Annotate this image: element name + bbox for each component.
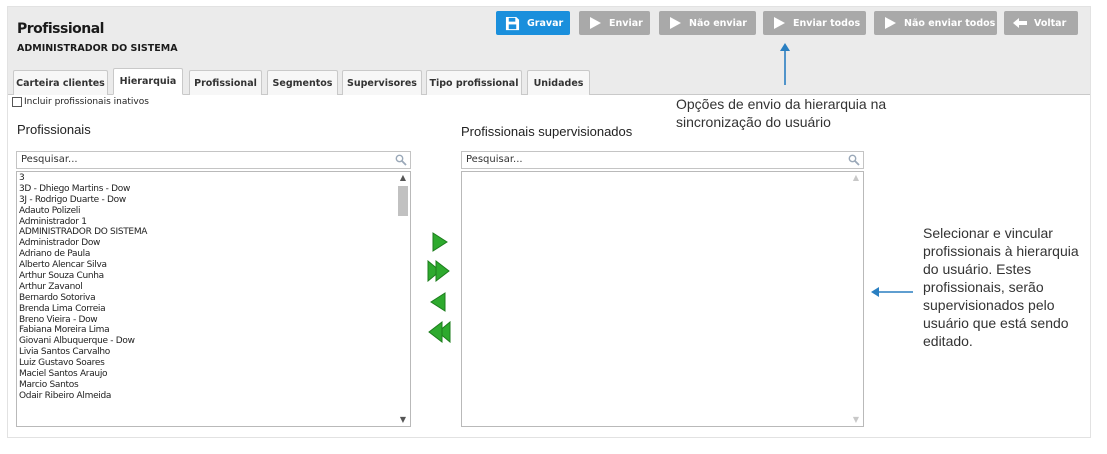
annotation-select-profissionais: Selecionar e vincular profissionais à hi… xyxy=(923,225,1079,349)
move-selected-right-icon[interactable] xyxy=(432,232,448,252)
include-inactive-label: Incluir profissionais inativos xyxy=(24,97,149,107)
play-icon xyxy=(590,17,601,29)
list-item[interactable]: Luiz Gustavo Soares xyxy=(19,358,394,369)
list-item[interactable]: Maciel Santos Araujo xyxy=(19,369,394,380)
scroll-up-icon[interactable]: ▲ xyxy=(399,174,407,182)
tab-supervisores[interactable]: Supervisores xyxy=(342,70,422,95)
search-icon xyxy=(395,154,407,166)
list-item[interactable]: ADMINISTRADOR DO SISTEMA xyxy=(19,227,394,238)
scroll-up-icon[interactable]: ▲ xyxy=(852,174,860,182)
page-title: Profissional xyxy=(17,21,104,37)
annotation-arrow-up-icon xyxy=(780,43,790,85)
annotation-arrow-left-icon xyxy=(871,287,913,297)
list-item[interactable]: Administrador 1 xyxy=(19,217,394,228)
list-item[interactable]: Bernardo Sotoriva xyxy=(19,293,394,304)
send-button[interactable]: Enviar xyxy=(579,11,650,35)
profissionais-scrollbar[interactable]: ▲ ▼ xyxy=(396,172,410,426)
profissionais-title: Profissionais xyxy=(17,122,91,137)
arrow-left-icon xyxy=(1013,18,1027,28)
supervisionados-search-input[interactable]: Pesquisar... xyxy=(461,151,864,169)
tab-profissional[interactable]: Profissional xyxy=(189,70,262,95)
not-send-all-button[interactable]: Não enviar todos xyxy=(874,11,997,35)
list-item[interactable]: Giovani Albuquerque - Dow xyxy=(19,336,394,347)
play-icon xyxy=(885,17,896,29)
send-button-label: Enviar xyxy=(609,17,643,29)
supervisionados-list[interactable]: ▲ ▼ xyxy=(461,171,864,427)
list-item[interactable]: 3 xyxy=(19,173,394,184)
move-selected-left-icon[interactable] xyxy=(430,292,446,312)
profissionais-search-placeholder: Pesquisar... xyxy=(21,154,78,165)
list-item[interactable]: Fabiana Moreira Lima xyxy=(19,325,394,336)
page-subtitle: ADMINISTRADOR DO SISTEMA xyxy=(17,43,178,54)
not-send-button[interactable]: Não enviar xyxy=(659,11,756,35)
list-item[interactable]: Arthur Zavanol xyxy=(19,282,394,293)
tab-tipo-profissional[interactable]: Tipo profissional xyxy=(426,70,522,95)
tab-unidades[interactable]: Unidades xyxy=(527,70,590,95)
list-item[interactable]: Adauto Polizeli xyxy=(19,206,394,217)
play-icon xyxy=(670,17,681,29)
include-inactive-row: Incluir profissionais inativos xyxy=(12,97,149,107)
profissionais-list[interactable]: 3 3D - Dhiego Martins - Dow 3J - Rodrigo D… xyxy=(16,171,411,427)
list-item[interactable]: Adriano de Paula xyxy=(19,249,394,260)
include-inactive-checkbox[interactable] xyxy=(12,97,22,107)
save-button-label: Gravar xyxy=(527,17,564,29)
scroll-thumb[interactable] xyxy=(398,186,408,216)
not-send-all-button-label: Não enviar todos xyxy=(904,17,996,29)
list-item[interactable]: Arthur Souza Cunha xyxy=(19,271,394,282)
annotation-send-options: Opções de envio da hierarquia na sincron… xyxy=(676,96,887,130)
supervisionados-scrollbar[interactable]: ▲ ▼ xyxy=(849,172,863,426)
send-all-button[interactable]: Enviar todos xyxy=(763,11,866,35)
save-button[interactable]: Gravar xyxy=(496,11,570,35)
not-send-button-label: Não enviar xyxy=(689,17,747,29)
list-item[interactable]: Livia Santos Carvalho xyxy=(19,347,394,358)
supervisionados-search-placeholder: Pesquisar... xyxy=(466,154,523,165)
list-item[interactable]: Odair Ribeiro Almeida xyxy=(19,391,394,402)
back-button-label: Voltar xyxy=(1034,17,1067,29)
tab-bar: Carteira clientes Hierarquia Profissiona… xyxy=(8,64,1090,95)
list-item[interactable]: Administrador Dow xyxy=(19,238,394,249)
floppy-disk-icon xyxy=(505,16,520,30)
tab-hierarquia[interactable]: Hierarquia xyxy=(113,68,183,95)
list-item[interactable]: 3J - Rodrigo Duarte - Dow xyxy=(19,195,394,206)
profissionais-items: 3 3D - Dhiego Martins - Dow 3J - Rodrigo D… xyxy=(19,173,394,402)
move-all-right-icon[interactable] xyxy=(427,260,451,282)
supervisionados-title: Profissionais supervisionados xyxy=(461,124,633,139)
header: Profissional ADMINISTRADOR DO SISTEMA Gr… xyxy=(8,7,1090,64)
list-item[interactable]: Marcio Santos xyxy=(19,380,394,391)
search-icon xyxy=(848,154,860,166)
list-item[interactable]: Brenda Lima Correia xyxy=(19,304,394,315)
profissionais-search-input[interactable]: Pesquisar... xyxy=(16,151,411,169)
form-window: Profissional ADMINISTRADOR DO SISTEMA Gr… xyxy=(7,6,1091,438)
list-item[interactable]: Alberto Alencar Silva xyxy=(19,260,394,271)
list-item[interactable]: 3D - Dhiego Martins - Dow xyxy=(19,184,394,195)
move-all-left-icon[interactable] xyxy=(427,321,451,343)
tab-segmentos[interactable]: Segmentos xyxy=(267,70,338,95)
play-icon xyxy=(774,17,785,29)
back-button[interactable]: Voltar xyxy=(1004,11,1078,35)
scroll-down-icon[interactable]: ▼ xyxy=(852,416,860,424)
list-item[interactable]: Breno Vieira - Dow xyxy=(19,315,394,326)
send-all-button-label: Enviar todos xyxy=(793,17,861,29)
tab-carteira-clientes[interactable]: Carteira clientes xyxy=(13,70,108,95)
scroll-down-icon[interactable]: ▼ xyxy=(399,416,407,424)
